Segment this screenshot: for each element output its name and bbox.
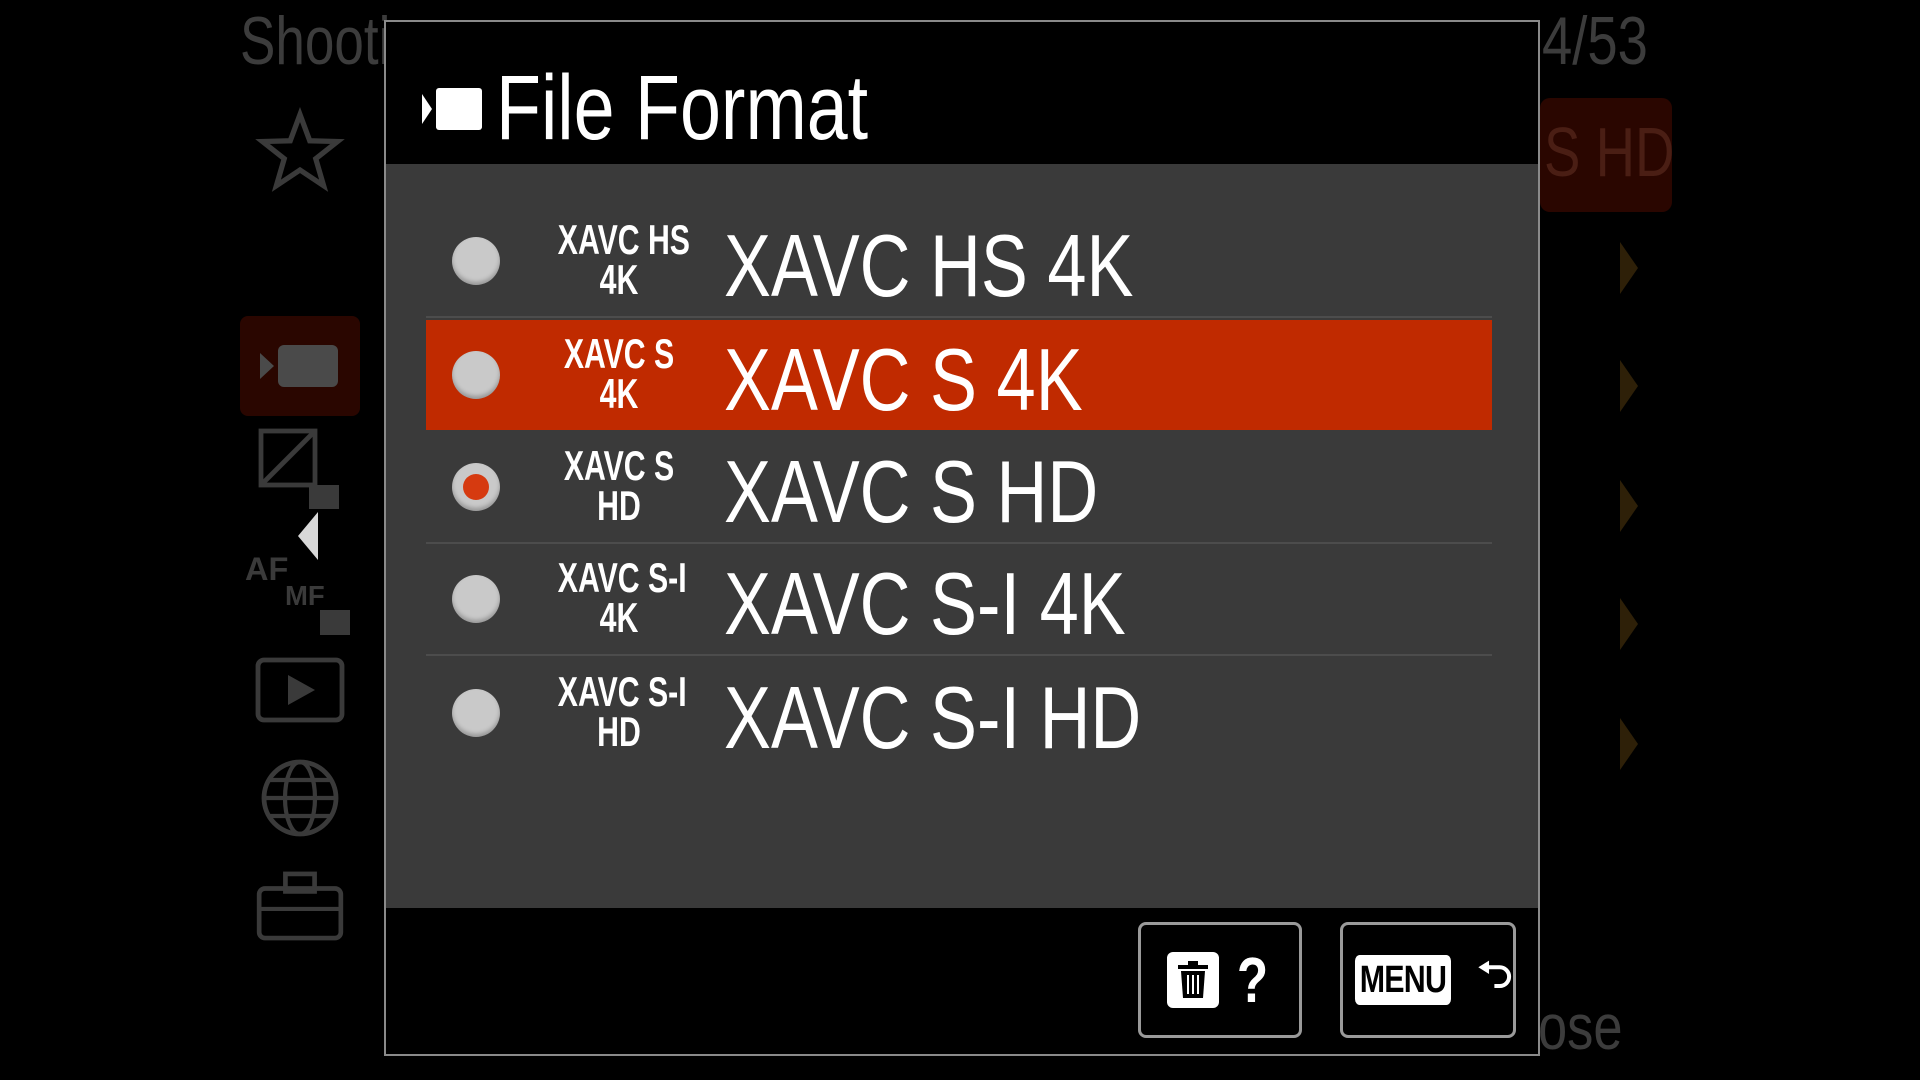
movie-icon (422, 88, 482, 130)
page-indicator: 4/53 (1542, 3, 1648, 79)
option-list: XAVC HS 4K XAVC HS 4K XAVC S 4K XAVC S 4… (386, 164, 1538, 908)
chevron-right-icon (1620, 242, 1638, 294)
trash-icon (1167, 952, 1220, 1008)
format-badge-icon: XAVC S-I 4K (534, 554, 704, 641)
background-close-label: ose (1538, 991, 1623, 1063)
badge-top-text: XAVC S (563, 442, 675, 489)
format-badge-icon: XAVC S HD (534, 442, 704, 529)
option-label: XAVC S 4K (724, 330, 1083, 429)
badge-top-text: XAVC S-I (557, 668, 687, 715)
chevron-right-icon (1620, 360, 1638, 412)
badge-bottom-text: 4K (599, 256, 639, 303)
side-tab-exposure-color[interactable] (240, 420, 360, 520)
menu-back-button[interactable]: MENU (1340, 922, 1516, 1038)
option-label: XAVC HS 4K (724, 216, 1134, 315)
svg-text:AF: AF (245, 551, 288, 587)
badge-top-text: XAVC HS (557, 216, 690, 263)
option-xavc-s-hd[interactable]: XAVC S HD XAVC S HD (426, 432, 1492, 544)
option-xavc-s-4k[interactable]: XAVC S 4K XAVC S 4K (426, 320, 1492, 430)
side-tab-network[interactable] (240, 748, 360, 848)
badge-top-text: XAVC S-I (557, 554, 687, 601)
option-label: XAVC S HD (724, 442, 1099, 541)
format-badge-icon: XAVC HS 4K (534, 216, 704, 303)
help-question-mark: ? (1237, 944, 1269, 1016)
caret-left-icon (298, 512, 318, 560)
background-current-value: S HD (1544, 113, 1675, 191)
star-icon (255, 107, 345, 192)
option-xavc-s-i-hd[interactable]: XAVC S-I HD XAVC S-I HD (426, 658, 1492, 768)
dialog-title: File Format (496, 57, 869, 159)
badge-bottom-text: 4K (599, 594, 639, 641)
radio-button[interactable] (452, 351, 500, 399)
side-tab-star[interactable] (240, 102, 360, 202)
delete-help-button[interactable]: ? (1138, 922, 1302, 1038)
network-globe-icon (261, 759, 339, 837)
dialog-header: File Format (386, 22, 1538, 164)
option-label: XAVC S-I 4K (724, 554, 1126, 653)
menu-label: MENU (1354, 955, 1451, 1005)
file-format-dialog: File Format XAVC HS 4K XAVC HS 4K XAVC S… (384, 20, 1540, 1056)
badge-bottom-text: 4K (599, 370, 639, 417)
background-menu-title: Shooti (240, 3, 391, 79)
side-tab-playback[interactable] (240, 640, 360, 740)
playback-icon (255, 657, 345, 723)
radio-button[interactable] (452, 237, 500, 285)
radio-button-checked[interactable] (452, 463, 500, 511)
svg-text:MF: MF (285, 580, 325, 611)
format-badge-icon: XAVC S 4K (534, 330, 704, 417)
badge-bottom-text: HD (597, 482, 641, 529)
option-xavc-s-i-4k[interactable]: XAVC S-I 4K XAVC S-I 4K (426, 544, 1492, 656)
movie-icon (260, 345, 338, 387)
side-tab-setup[interactable] (240, 856, 360, 956)
chevron-right-icon (1620, 480, 1638, 532)
option-xavc-hs-4k[interactable]: XAVC HS 4K XAVC HS 4K (426, 206, 1492, 318)
badge-bottom-text: HD (597, 708, 641, 755)
exposure-color-icon (258, 428, 339, 509)
return-arrow-icon (1478, 960, 1511, 989)
badge-top-text: XAVC S (563, 330, 675, 377)
side-tab-movie[interactable] (240, 316, 360, 416)
option-label: XAVC S-I HD (724, 668, 1142, 767)
format-badge-icon: XAVC S-I HD (534, 668, 704, 755)
radio-button[interactable] (452, 689, 500, 737)
toolbox-icon (256, 871, 344, 941)
chevron-right-icon (1620, 718, 1638, 770)
chevron-right-icon (1620, 598, 1638, 650)
radio-button[interactable] (452, 575, 500, 623)
dialog-footer: ? MENU (386, 908, 1538, 1054)
